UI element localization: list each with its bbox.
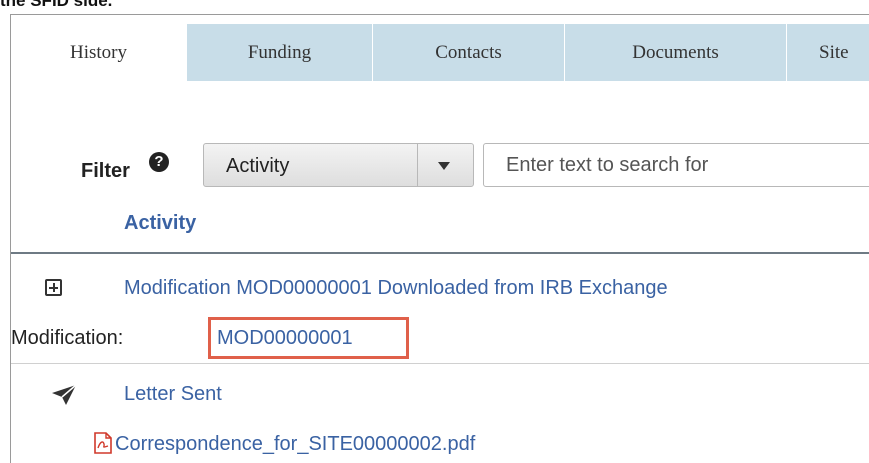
activity-row-modification[interactable]: Modification MOD00000001 Downloaded from… (124, 277, 668, 300)
tab-bar: History Funding Contacts Documents Site (11, 24, 869, 81)
pdf-icon (94, 432, 112, 454)
header-divider (11, 252, 869, 254)
caption-text: the SFID side. (0, 0, 113, 10)
tab-funding[interactable]: Funding (187, 24, 373, 81)
history-panel: History Funding Contacts Documents Site … (10, 14, 869, 463)
search-input[interactable] (483, 143, 869, 187)
chevron-down-icon[interactable] (438, 162, 450, 170)
highlight-box (208, 317, 409, 359)
tab-documents[interactable]: Documents (565, 24, 787, 81)
row-divider (11, 363, 869, 364)
filter-label: Filter (81, 160, 130, 182)
help-icon[interactable]: ? (149, 152, 169, 172)
select-divider (417, 144, 418, 186)
column-header-activity[interactable]: Activity (124, 212, 196, 235)
modification-label: Modification: (11, 327, 124, 349)
tab-history[interactable]: History (11, 24, 187, 81)
tab-sites[interactable]: Site (787, 24, 869, 81)
pdf-file-link[interactable]: Correspondence_for_SITE00000002.pdf (115, 433, 475, 456)
expand-plus-icon[interactable] (45, 279, 62, 296)
activity-row-letter-sent[interactable]: Letter Sent (124, 383, 222, 406)
paper-plane-icon (52, 384, 77, 405)
filter-select[interactable]: Activity (203, 143, 474, 187)
filter-select-value: Activity (226, 155, 290, 177)
tab-contacts[interactable]: Contacts (373, 24, 565, 81)
